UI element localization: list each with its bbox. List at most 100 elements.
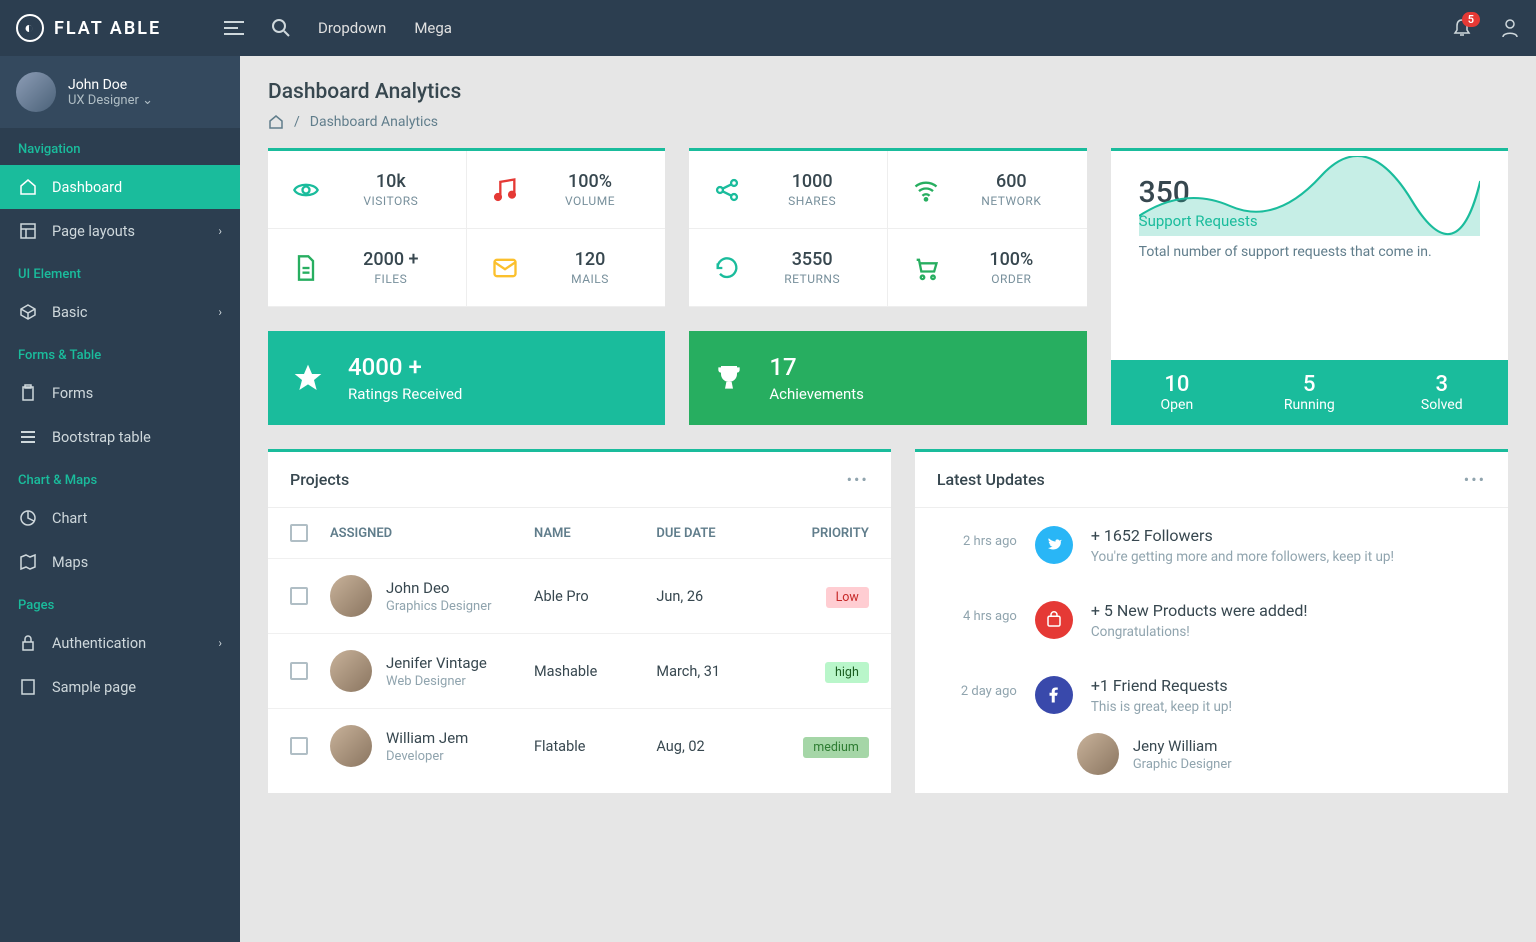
map-icon [18, 552, 38, 572]
row-checkbox[interactable] [290, 662, 308, 680]
row-name: William Jem [386, 729, 468, 747]
section-ui-element: UI Element [0, 253, 240, 290]
update-row: 2 hrs ago+ 1652 FollowersYou're getting … [915, 508, 1508, 583]
stat-value: 3550 [761, 249, 863, 270]
logo-icon: ◐ [16, 14, 44, 42]
menu-toggle-icon[interactable] [224, 20, 244, 36]
profile-role: UX Designer ⌄ [68, 93, 153, 108]
chevron-right-icon: › [218, 224, 222, 238]
updates-card: Latest Updates ••• 2 hrs ago+ 1652 Follo… [915, 449, 1508, 793]
table-header: ASSIGNED NAME DUE DATE PRIORITY [268, 508, 891, 558]
support-stat-open: 10Open [1111, 360, 1243, 425]
profile-name: John Doe [68, 77, 153, 93]
breadcrumb-current: Dashboard Analytics [310, 114, 438, 130]
stat-value: 100% [960, 249, 1063, 270]
list-icon [18, 427, 38, 447]
file-icon [292, 254, 320, 282]
mega-menu[interactable]: Mega [414, 19, 452, 37]
row-date: Aug, 02 [656, 738, 778, 755]
projects-card: Projects ••• ASSIGNED NAME DUE DATE PRIO… [268, 449, 891, 793]
projects-title: Projects [290, 470, 349, 489]
stat-value: 120 [539, 249, 642, 270]
star-icon [292, 362, 324, 394]
stat-value: 2000 + [340, 249, 442, 270]
section-forms-table: Forms & Table [0, 334, 240, 371]
col-date: DUE DATE [656, 526, 778, 541]
ratings-card: 4000 + Ratings Received [268, 331, 665, 425]
avatar [16, 72, 56, 112]
avatar [330, 650, 372, 692]
stat-cell-network: 600NETWORK [888, 151, 1087, 229]
stat-cell-files: 2000 +FILES [268, 229, 467, 307]
sidebar-item-maps[interactable]: Maps [0, 540, 240, 584]
section-chart-maps: Chart & Maps [0, 459, 240, 496]
sidebar-item-dashboard[interactable]: Dashboard [0, 165, 240, 209]
support-card: 350 Support Requests Total number of sup… [1111, 148, 1508, 425]
clipboard-icon [18, 383, 38, 403]
search-icon[interactable] [272, 19, 290, 37]
sidebar-item-authentication[interactable]: Authentication › [0, 621, 240, 665]
stat-cell-visitors: 10kVISITORS [268, 151, 467, 229]
select-all-checkbox[interactable] [290, 524, 308, 542]
update-desc: Congratulations! [1091, 624, 1308, 640]
row-project: Flatable [534, 738, 656, 755]
music-icon [491, 176, 519, 204]
stat-label: NETWORK [960, 194, 1063, 208]
col-priority: PRIORITY [779, 526, 869, 541]
update-time: 4 hrs ago [937, 601, 1017, 624]
support-stat-label: Open [1111, 397, 1243, 413]
person-role: Graphic Designer [1133, 757, 1232, 772]
row-role: Graphics Designer [386, 599, 492, 614]
sidebar-item-label: Sample page [52, 679, 136, 696]
sidebar-item-label: Basic [52, 304, 88, 321]
dropdown-menu[interactable]: Dropdown [318, 19, 386, 37]
updates-title: Latest Updates [937, 470, 1045, 489]
facebook-icon [1035, 676, 1073, 714]
sidebar-item-label: Chart [52, 510, 87, 527]
logo[interactable]: ◐ FLAT ABLE [16, 14, 196, 42]
achievements-card: 17 Achievements [689, 331, 1086, 425]
ratings-value: 4000 + [348, 353, 462, 381]
row-checkbox[interactable] [290, 587, 308, 605]
update-desc: This is great, keep it up! [1091, 699, 1232, 715]
sidebar-item-forms[interactable]: Forms [0, 371, 240, 415]
breadcrumb: / Dashboard Analytics [268, 114, 1508, 130]
table-row[interactable]: Jenifer VintageWeb DesignerMashableMarch… [268, 633, 891, 708]
sidebar-item-basic[interactable]: Basic › [0, 290, 240, 334]
table-row[interactable]: William JemDeveloperFlatableAug, 02mediu… [268, 708, 891, 783]
update-person: Jeny William Graphic Designer [1055, 733, 1508, 793]
main-content: Dashboard Analytics / Dashboard Analytic… [240, 56, 1536, 942]
sidebar-item-chart[interactable]: Chart [0, 496, 240, 540]
sidebar: John Doe UX Designer ⌄ Navigation Dashbo… [0, 56, 240, 942]
sidebar-item-sample-page[interactable]: Sample page [0, 665, 240, 709]
sidebar-item-page-layouts[interactable]: Page layouts › [0, 209, 240, 253]
stat-value: 1000 [761, 171, 863, 192]
pie-icon [18, 508, 38, 528]
sidebar-item-bootstrap-table[interactable]: Bootstrap table [0, 415, 240, 459]
home-icon [18, 177, 38, 197]
priority-badge: Low [826, 587, 869, 608]
avatar [1077, 733, 1119, 775]
sidebar-item-label: Maps [52, 554, 88, 571]
chevron-down-icon: ⌄ [142, 93, 153, 108]
table-row[interactable]: John DeoGraphics DesignerAble ProJun, 26… [268, 558, 891, 633]
support-desc: Total number of support requests that co… [1139, 244, 1480, 260]
support-stat-value: 5 [1243, 372, 1375, 397]
stat-label: MAILS [539, 272, 642, 286]
stat-cell-order: 100%ORDER [888, 229, 1087, 307]
chevron-right-icon: › [218, 636, 222, 650]
support-stat-label: Running [1243, 397, 1375, 413]
row-checkbox[interactable] [290, 737, 308, 755]
avatar [330, 725, 372, 767]
user-icon[interactable] [1500, 18, 1520, 38]
profile-block[interactable]: John Doe UX Designer ⌄ [0, 56, 240, 128]
card-menu-icon[interactable]: ••• [847, 470, 869, 489]
achievements-label: Achievements [769, 385, 864, 403]
twitter-icon [1035, 526, 1073, 564]
notifications-button[interactable]: 5 [1452, 18, 1472, 38]
update-time: 2 hrs ago [937, 526, 1017, 549]
home-icon[interactable] [268, 114, 284, 130]
stat-label: VISITORS [340, 194, 442, 208]
row-role: Web Designer [386, 674, 487, 689]
card-menu-icon[interactable]: ••• [1464, 470, 1486, 489]
